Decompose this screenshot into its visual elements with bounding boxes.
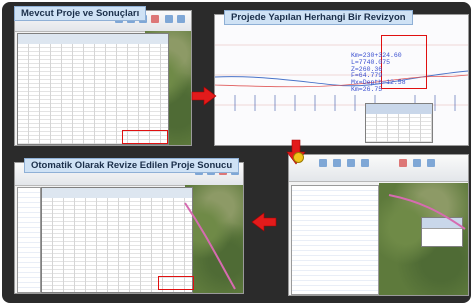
cursor-badge <box>293 152 304 163</box>
panel-software-ui <box>288 154 469 296</box>
highlight-box <box>122 130 168 144</box>
collage-frame: Mevcut Proje ve Sonuçları Km=230+324.60 … <box>2 2 471 303</box>
road-alignment <box>388 194 466 230</box>
panel-revision: Km=230+324.60 L=7740.075 Z=260.36 F=64.7… <box>214 14 469 146</box>
panel-existing-project <box>14 10 192 146</box>
table-rows <box>18 44 168 144</box>
properties-dialog <box>365 103 433 143</box>
caption-existing-project: Mevcut Proje ve Sonuçları <box>14 6 147 21</box>
road-alignment <box>184 202 236 290</box>
results-table <box>17 33 169 145</box>
caption-revision: Projede Yapılan Herhangi Bir Revizyon <box>224 10 413 25</box>
left-arrow <box>251 212 277 232</box>
coordinate-readout: Km=230+324.60 L=7740.075 Z=260.36 F=64.7… <box>351 52 406 93</box>
caption-revised-result: Otomatik Olarak Revize Edilen Proje Sonu… <box>24 158 240 173</box>
panel-revised-result <box>14 162 244 294</box>
right-arrow <box>191 86 217 106</box>
